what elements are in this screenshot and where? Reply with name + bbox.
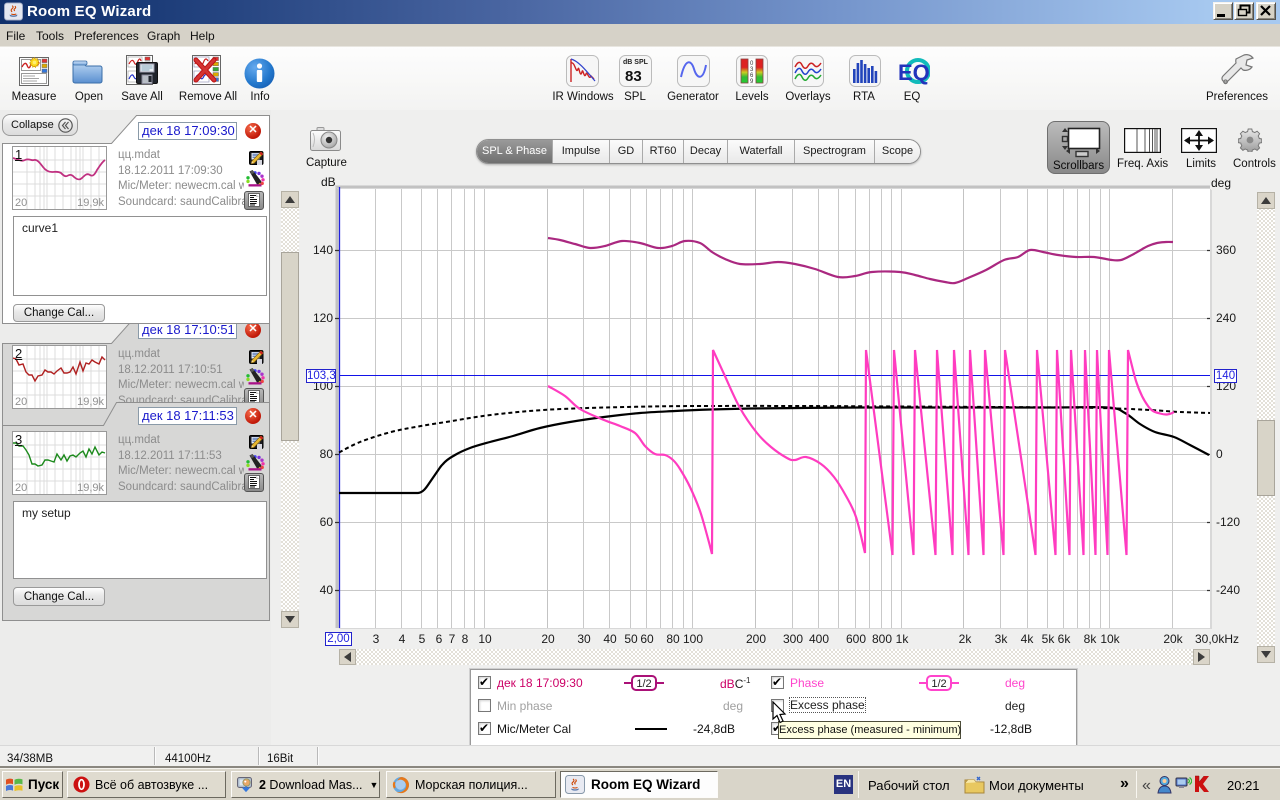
svg-text:dB SPL: dB SPL — [623, 59, 649, 66]
svg-text:EQ: EQ — [898, 60, 930, 85]
svg-text:83: 83 — [625, 68, 642, 85]
